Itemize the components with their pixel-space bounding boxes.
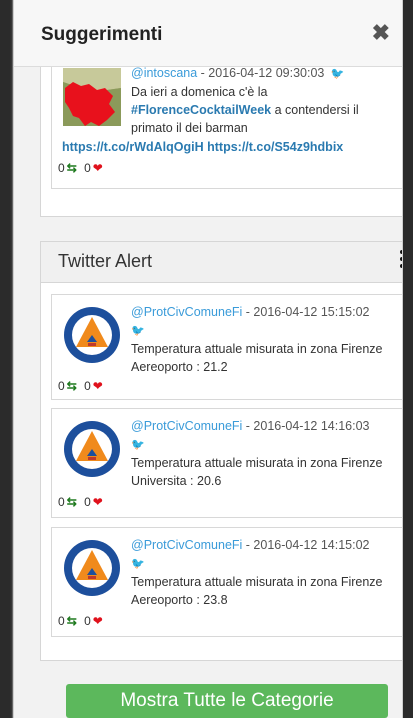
show-all-categories-button[interactable]: Mostra Tutte le Categorie [66,684,388,718]
retweet-count: 0 [58,495,65,509]
modal-title: Suggerimenti [41,24,163,45]
like-count: 0 [84,161,91,175]
suggestion-panel: @intoscana - 2016-04-12 09:30:03 🐦 Da ie… [40,67,402,217]
tweet-text: Temperatura attuale misurata in zona Fir… [131,456,383,488]
tweet-card: @ProtCivComuneFi - 2016-04-12 15:15:02 🐦… [51,294,402,400]
twitter-bird-icon: 🐦 [131,325,145,337]
tweet-body: @intoscana - 2016-04-12 09:30:03 🐦 Da ie… [131,67,401,137]
retweet-icon[interactable]: ⇆ [67,614,77,628]
heart-icon[interactable]: ❤ [93,614,103,628]
heart-icon[interactable]: ❤ [93,161,103,175]
civil-protection-logo-icon [64,307,120,363]
heart-icon[interactable]: ❤ [93,379,103,393]
tweet-links[interactable]: https://t.co/rWdAlqOgiH https://t.co/S54… [62,140,343,154]
retweet-icon[interactable]: ⇆ [67,495,77,509]
tweet-user-link[interactable]: @ProtCivComuneFi [131,305,242,319]
tweet-date: - 2016-04-12 14:16:03 [242,419,370,433]
tweet-user-link[interactable]: @ProtCivComuneFi [131,538,242,552]
tweet-card: @ProtCivComuneFi - 2016-04-12 14:16:03 🐦… [51,408,402,518]
like-count: 0 [84,379,91,393]
tweet-user-link[interactable]: @intoscana [131,67,197,80]
heart-icon[interactable]: ❤ [93,495,103,509]
suggestions-modal: Suggerimenti ✖ @intoscana - 2016-04-12 0… [13,0,403,718]
tweet-card: @ProtCivComuneFi - 2016-04-12 14:15:02 🐦… [51,527,402,637]
twitter-bird-icon: 🐦 [330,68,345,80]
tweet-date: - 2016-04-12 14:15:02 [242,538,370,552]
tweet-counts: 0 ⇆ 0 ❤ [58,614,103,628]
tweet-text: Temperatura attuale misurata in zona Fir… [131,575,383,607]
tweet-counts: 0 ⇆ 0 ❤ [58,161,103,175]
tweet-user-link[interactable]: @ProtCivComuneFi [131,419,242,433]
twitter-bird-icon: 🐦 [131,558,145,570]
retweet-count: 0 [58,161,65,175]
tweet-counts: 0 ⇆ 0 ❤ [58,379,103,393]
modal-header: Suggerimenti ✖ [14,0,402,67]
tweet-body: @ProtCivComuneFi - 2016-04-12 15:15:02 🐦… [131,303,401,376]
like-count: 0 [84,495,91,509]
twitter-alert-panel: Twitter Alert @ProtCivComuneFi - 2016-04… [40,241,402,661]
tweet-body: @ProtCivComuneFi - 2016-04-12 14:16:03 🐦… [131,417,401,490]
panel-header: Twitter Alert [41,242,402,283]
retweet-icon[interactable]: ⇆ [67,379,77,393]
civil-protection-logo-icon [64,540,120,596]
close-button[interactable]: ✖ [372,22,390,44]
tweet-text: Temperatura attuale misurata in zona Fir… [131,342,383,374]
retweet-count: 0 [58,614,65,628]
tweet-hashtag-link[interactable]: #FlorenceCocktailWeek [131,103,271,117]
modal-scroll-area[interactable]: @intoscana - 2016-04-12 09:30:03 🐦 Da ie… [14,67,402,718]
panel-title: Twitter Alert [58,251,153,271]
retweet-count: 0 [58,379,65,393]
tweet-counts: 0 ⇆ 0 ❤ [58,495,103,509]
tweet-body: @ProtCivComuneFi - 2016-04-12 14:15:02 🐦… [131,536,401,609]
tweet-date: - 2016-04-12 09:30:03 [197,67,328,80]
twitter-bird-icon: 🐦 [131,439,145,451]
retweet-icon[interactable]: ⇆ [67,161,77,175]
tweet-date: - 2016-04-12 15:15:02 [242,305,370,319]
tuscany-map-icon [63,68,121,126]
tweet-text: Da ieri a domenica c'è la [131,85,268,99]
tweet-card: @intoscana - 2016-04-12 09:30:03 🐦 Da ie… [51,67,402,189]
more-options-icon[interactable] [399,248,402,272]
like-count: 0 [84,614,91,628]
civil-protection-logo-icon [64,421,120,477]
